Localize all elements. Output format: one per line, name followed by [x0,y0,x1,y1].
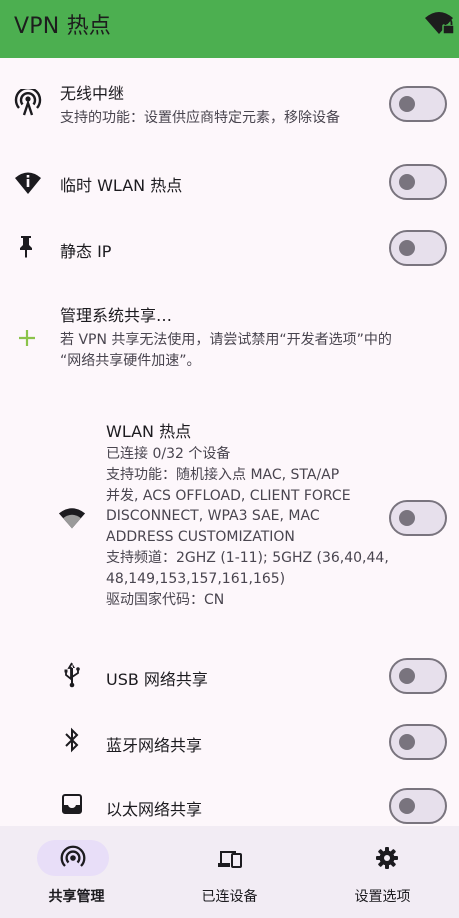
repeater-icon [14,89,42,117]
tethering-list: 无线中继 支持的功能：设置供应商特定元素，移除设备 临时 WLAN 热点 静态 … [0,58,459,826]
row-title: 静态 IP [60,242,112,261]
wifi-icon [58,505,86,533]
row-temp-hotspot[interactable]: 临时 WLAN 热点 [0,162,459,202]
usb-tethering-toggle[interactable] [389,658,447,694]
wlan-detail-line: 支持功能：随机接入点 MAC, STA/AP [106,467,340,483]
toggle-knob [399,734,415,750]
static-ip-toggle[interactable] [389,230,447,266]
row-title: 以太网络共享 [106,800,203,819]
bluetooth-tethering-toggle[interactable] [389,724,447,760]
gear-icon [376,847,398,869]
wlan-detail-line: 驱动国家代码：CN [106,592,225,608]
row-title: 蓝牙网络共享 [106,736,203,755]
row-bluetooth-tethering[interactable]: 蓝牙网络共享 [0,722,459,762]
row-title: 管理系统共享… [60,306,173,325]
wlan-detail-line: 48,149,153,157,161,165) [106,571,286,587]
wifi-lock-icon[interactable] [423,8,455,38]
row-ethernet-tethering[interactable]: 以太网络共享 [0,786,459,826]
nav-label: 已连设备 [201,889,258,905]
row-title: WLAN 热点 [106,422,192,441]
inbox-icon [58,790,86,818]
nav-tethering-management[interactable]: 共享管理 [0,826,153,918]
wlan-detail-line: 并发, ACS OFFLOAD, CLIENT FORCE [106,488,351,504]
row-wlan-hotspot[interactable]: WLAN 热点 已连接 0/32 个设备 支持功能：随机接入点 MAC, STA… [0,414,459,624]
add-icon [13,324,41,352]
toggle-knob [399,96,415,112]
row-title: USB 网络共享 [106,670,208,689]
row-usb-tethering[interactable]: USB 网络共享 [0,656,459,696]
wlan-detail-line: ADDRESS CUSTOMIZATION [106,529,295,545]
row-manage-tethering[interactable]: 管理系统共享… 若 VPN 共享无法使用，请尝试禁用“开发者选项”中的 “网络共… [0,300,459,380]
wlan-detail-line: 已连接 0/32 个设备 [106,446,231,462]
toggle-knob [399,174,415,190]
row-subtitle-line-1: 若 VPN 共享无法使用，请尝试禁用“开发者选项”中的 [60,332,392,348]
temp-hotspot-toggle[interactable] [389,164,447,200]
ethernet-tethering-toggle[interactable] [389,788,447,824]
app-title: VPN 热点 [14,14,111,39]
toggle-knob [399,240,415,256]
row-subtitle-line-2: “网络共享硬件加速”。 [60,353,201,369]
nav-label: 共享管理 [48,889,105,905]
usb-icon [58,660,86,688]
repeater-toggle[interactable] [389,86,447,122]
devices-icon [218,851,242,868]
row-title: 临时 WLAN 热点 [60,176,183,195]
nav-connected-devices[interactable]: 已连设备 [153,826,306,918]
wlan-hotspot-toggle[interactable] [389,500,447,536]
row-title: 无线中继 [60,84,125,103]
toggle-knob [399,510,415,526]
toggle-knob [399,668,415,684]
wlan-detail-line: DISCONNECT, WPA3 SAE, MAC [106,508,320,524]
hotspot-icon [60,845,86,867]
row-static-ip[interactable]: 静态 IP [0,228,459,268]
row-subtitle: 支持的功能：设置供应商特定元素，移除设备 [60,110,340,126]
row-wireless-repeater[interactable]: 无线中继 支持的功能：设置供应商特定元素，移除设备 [0,72,459,136]
pin-icon [12,232,40,260]
wlan-detail-line: 支持频道：2GHZ (1-11); 5GHZ (36,40,44, [106,550,389,566]
toggle-knob [399,798,415,814]
nav-label: 设置选项 [354,889,411,905]
nav-settings[interactable]: 设置选项 [306,826,459,918]
bottom-navigation: 共享管理 已连设备 设置选项 [0,826,459,918]
bluetooth-icon [58,726,86,754]
app-bar: VPN 热点 [0,0,459,58]
wifi-info-icon [14,168,42,196]
